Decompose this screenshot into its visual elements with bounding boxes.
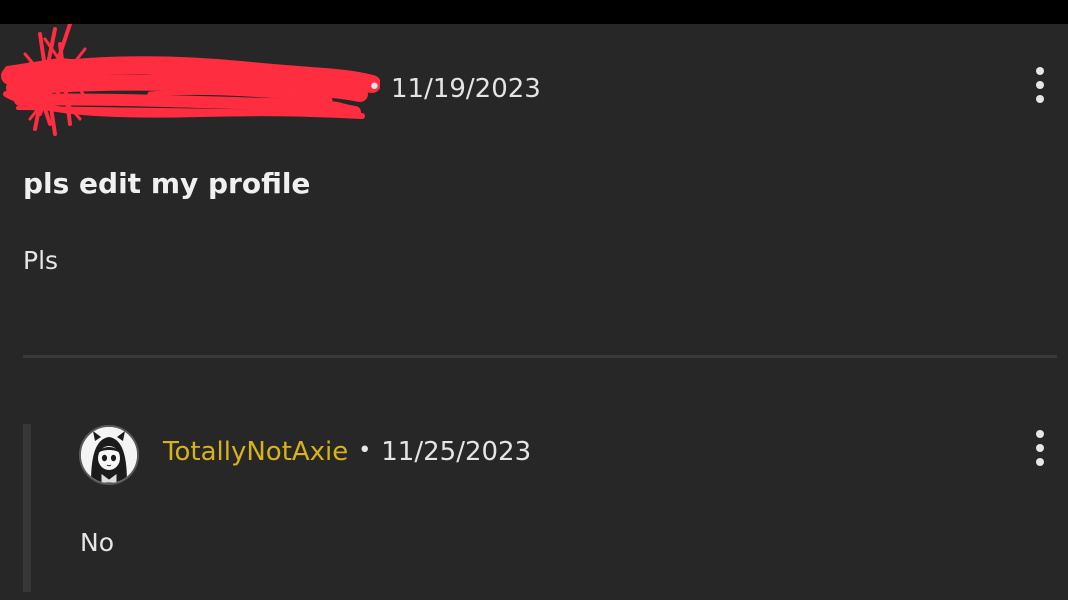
meta-separator: • (358, 438, 372, 463)
reply-date: 11/25/2023 (381, 437, 532, 467)
status-bar (0, 0, 1068, 24)
post-title: pls edit my profile (23, 167, 311, 200)
reply-meta: TotallyNotAxie • 11/25/2023 (163, 437, 531, 467)
reply: TotallyNotAxie • 11/25/2023 No (23, 424, 1057, 592)
post-meta: • 11/19/2023 (366, 74, 541, 104)
post-header: • 11/19/2023 (0, 24, 1068, 160)
reply-body: No (80, 528, 114, 557)
reply-indent-bar (23, 424, 31, 592)
more-vertical-icon[interactable] (1025, 65, 1055, 105)
avatar[interactable] (79, 425, 139, 485)
more-vertical-icon[interactable] (1025, 428, 1055, 468)
divider (23, 355, 1057, 358)
meta-separator: • (368, 75, 381, 100)
redaction-scribble (1, 24, 380, 136)
reply-username[interactable]: TotallyNotAxie (163, 437, 348, 467)
post-body: Pls (23, 246, 59, 275)
avatar-image (81, 427, 137, 483)
post-date: 11/19/2023 (390, 74, 541, 104)
